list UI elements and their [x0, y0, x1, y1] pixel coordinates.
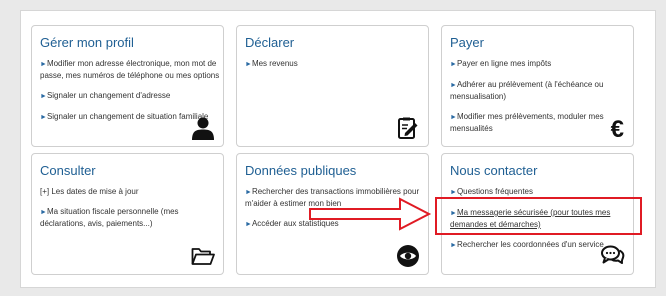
card-profil: Gérer mon profil ►Modifier mon adresse é…: [31, 25, 224, 147]
bullet-icon: ►: [245, 221, 252, 228]
bullet-icon: ►: [450, 61, 457, 68]
bullet-icon: ►: [245, 61, 252, 68]
link-changement-adresse[interactable]: ►Signaler un changement d'adresse: [40, 90, 220, 102]
link-modifier-prelevements[interactable]: ►Modifier mes prélèvements, moduler mes …: [450, 111, 630, 134]
card-title-consulter[interactable]: Consulter: [40, 163, 96, 178]
link-dates-mise-a-jour[interactable]: [+] Les dates de mise à jour: [40, 186, 220, 197]
bullet-icon: ►: [450, 114, 457, 121]
bullet-icon: ►: [245, 189, 252, 196]
bullet-icon: ►: [40, 114, 47, 121]
bullet-icon: ►: [40, 93, 47, 100]
link-mes-revenus[interactable]: ►Mes revenus: [245, 58, 425, 70]
bullet-icon: ►: [40, 209, 47, 216]
document-edit-icon: [396, 116, 420, 140]
link-adherer-prelevement[interactable]: ►Adhérer au prélèvement (à l'échéance ou…: [450, 79, 630, 102]
bullet-icon: ►: [450, 242, 457, 249]
card-consulter: Consulter [+] Les dates de mise à jour ►…: [31, 153, 224, 275]
euro-icon: €: [610, 116, 624, 143]
bullet-icon: ►: [40, 61, 47, 68]
link-modifier-adresse-electronique[interactable]: ►Modifier mon adresse électronique, mon …: [40, 58, 220, 81]
card-title-payer[interactable]: Payer: [450, 35, 484, 50]
services-panel: Gérer mon profil ►Modifier mon adresse é…: [20, 10, 656, 288]
link-situation-fiscale[interactable]: ►Ma situation fiscale personnelle (mes d…: [40, 206, 220, 229]
card-title-nous-contacter[interactable]: Nous contacter: [450, 163, 537, 178]
link-payer-en-ligne[interactable]: ►Payer en ligne mes impôts: [450, 58, 630, 70]
card-title-profil[interactable]: Gérer mon profil: [40, 35, 134, 50]
card-title-declarer[interactable]: Déclarer: [245, 35, 294, 50]
card-payer: Payer ►Payer en ligne mes impôts ►Adhére…: [441, 25, 634, 147]
bullet-icon: ►: [450, 82, 457, 89]
chat-icon: [601, 244, 625, 268]
user-icon: [191, 116, 215, 140]
folder-icon: [191, 244, 215, 268]
annotation-highlight-box: [435, 197, 642, 235]
bullet-icon: ►: [450, 189, 457, 196]
expand-toggle[interactable]: [+]: [40, 187, 49, 196]
card-title-donnees-publiques[interactable]: Données publiques: [245, 163, 356, 178]
annotation-arrow-icon: [309, 197, 432, 231]
card-declarer: Déclarer ►Mes revenus: [236, 25, 429, 147]
eye-icon: [396, 244, 420, 268]
